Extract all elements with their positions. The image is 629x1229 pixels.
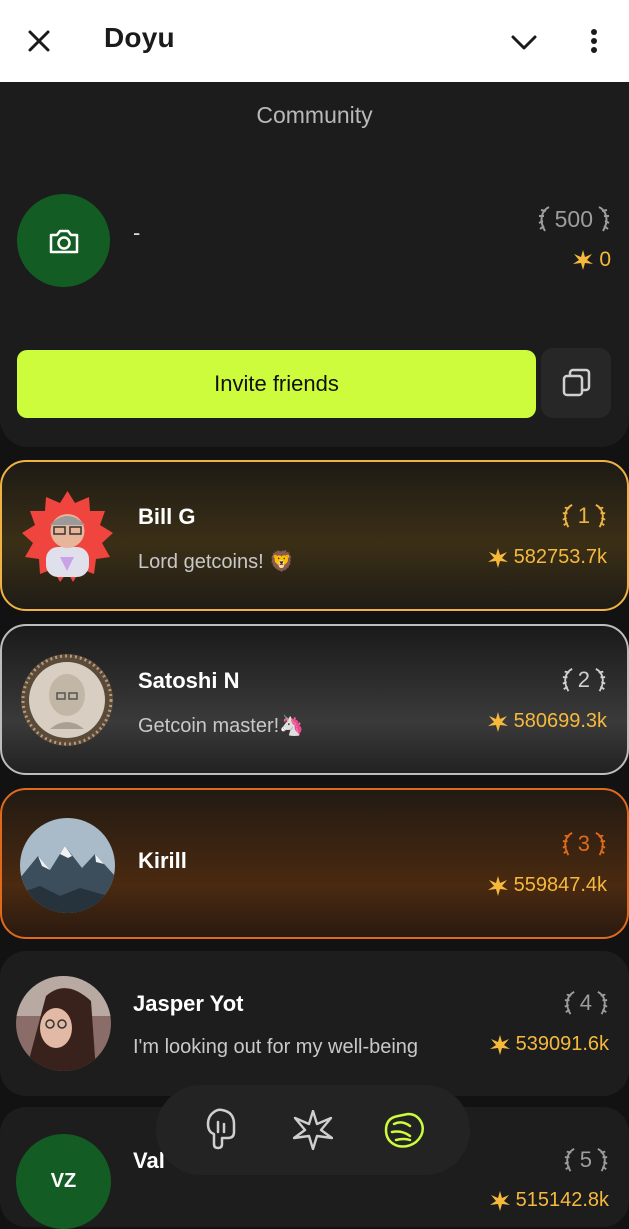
member-rank-value: 2: [577, 667, 590, 692]
community-coins-value: 0: [599, 248, 611, 271]
laurel-icon: [562, 504, 573, 528]
burst-coin-icon: [489, 1190, 510, 1211]
leaderboard-card-1[interactable]: Bill G Lord getcoins! 🦁 1 582753.7k: [0, 460, 629, 611]
laurel-icon: [595, 832, 606, 856]
laurel-icon: [598, 206, 610, 232]
nav-tap-button[interactable]: [199, 1107, 245, 1153]
member-coins-value: 539091.6k: [515, 1033, 609, 1055]
laurel-icon: [595, 504, 606, 528]
avatar-jasper-yot-image: [16, 976, 111, 1071]
nav-earn-button[interactable]: [290, 1107, 336, 1153]
burst-coin-icon: [487, 875, 508, 896]
community-coins: 0: [573, 248, 611, 272]
avatar-kirill-image: [20, 818, 115, 913]
app-title: Doyu: [104, 22, 175, 53]
laurel-icon: [564, 1148, 575, 1172]
avatar: [20, 653, 114, 747]
bottom-navigation: [156, 1085, 470, 1175]
burst-icon: [292, 1110, 333, 1150]
member-name: Jasper Yot: [133, 991, 244, 1016]
community-rank-value: 500: [554, 205, 593, 232]
nav-community-button[interactable]: [381, 1107, 427, 1153]
member-status: Getcoin master!🦄: [138, 715, 305, 737]
member-rank: 5: [563, 1147, 609, 1173]
copy-invite-link-button[interactable]: [541, 348, 611, 418]
laurel-icon: [538, 206, 550, 232]
laurel-icon: [564, 991, 575, 1015]
burst-coin-icon: [489, 1034, 510, 1055]
member-rank-value: 5: [579, 1147, 592, 1172]
member-rank: 1: [561, 503, 607, 529]
avatar: [16, 976, 111, 1071]
tap-hand-icon: [206, 1108, 235, 1150]
leaderboard-card-2[interactable]: Satoshi N Getcoin master!🦄 2 580699.3k: [0, 624, 629, 775]
app-bar: Doyu: [0, 0, 629, 82]
invite-friends-button[interactable]: Invite friends: [17, 350, 536, 418]
burst-coin-icon: [573, 250, 594, 270]
chevron-down-icon[interactable]: [509, 30, 539, 54]
avatar-bill-g-image: [22, 491, 113, 582]
close-icon[interactable]: [24, 26, 54, 56]
member-coins: 539091.6k: [489, 1033, 609, 1056]
burst-coin-icon: [487, 711, 508, 732]
leaderboard-card-4[interactable]: Jasper Yot I'm looking out for my well-b…: [0, 951, 629, 1096]
member-coins-value: 582753.7k: [513, 546, 607, 568]
member-status: I'm looking out for my well-being: [133, 1036, 419, 1058]
laurel-icon: [597, 1148, 608, 1172]
laurel-icon: [562, 832, 573, 856]
member-rank-value: 1: [577, 503, 590, 528]
member-name: Bill G: [138, 504, 196, 529]
avatar: [20, 489, 115, 584]
member-coins-value: 515142.8k: [515, 1189, 609, 1211]
community-avatar[interactable]: [17, 194, 110, 287]
avatar-satoshi-n-image: [21, 654, 113, 746]
community-name: -: [133, 220, 141, 245]
member-rank: 2: [561, 667, 607, 693]
member-coins: 559847.4k: [487, 874, 607, 897]
copy-icon: [562, 368, 591, 397]
community-title: Community: [256, 102, 373, 128]
member-coins: 515142.8k: [489, 1189, 609, 1212]
member-rank-value: 4: [579, 990, 592, 1015]
member-rank: 3: [561, 831, 607, 857]
community-panel: Community - 500 0 Invite friends: [0, 82, 629, 447]
handshake-icon: [385, 1112, 425, 1148]
camera-icon: [49, 229, 78, 253]
avatar: [20, 818, 115, 913]
laurel-icon: [595, 668, 606, 692]
member-coins-value: 559847.4k: [513, 874, 607, 896]
member-status: Lord getcoins! 🦁: [138, 551, 295, 573]
laurel-icon: [562, 668, 573, 692]
community-rank: 500: [537, 205, 611, 233]
member-coins: 580699.3k: [487, 710, 607, 733]
laurel-icon: [597, 991, 608, 1015]
member-name: Kirill: [138, 848, 187, 873]
member-name: Val: [133, 1148, 165, 1173]
burst-coin-icon: [487, 547, 508, 568]
member-rank: 4: [563, 990, 609, 1016]
member-name: Satoshi N: [138, 668, 240, 693]
leaderboard-card-3[interactable]: Kirill 3 559847.4k: [0, 788, 629, 939]
avatar-initials: VZ: [16, 1134, 111, 1229]
member-coins: 582753.7k: [487, 546, 607, 569]
member-rank-value: 3: [577, 831, 590, 856]
member-coins-value: 580699.3k: [513, 710, 607, 732]
more-vertical-icon[interactable]: [580, 26, 608, 56]
